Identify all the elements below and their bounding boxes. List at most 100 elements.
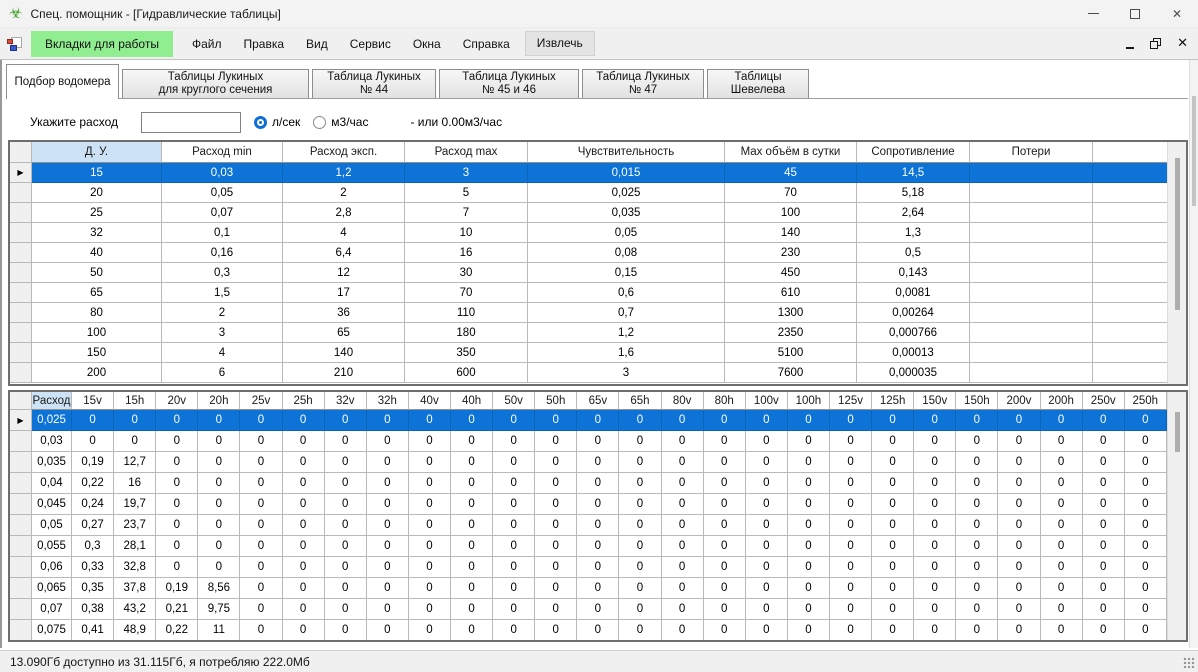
table-cell[interactable]: 0 [283,494,325,515]
tab-lukinyh-44[interactable]: Таблица Лукиных № 44 [312,69,436,98]
table-cell[interactable]: 0 [704,536,746,557]
table-cell[interactable]: 1,3 [857,223,970,243]
column-header[interactable]: Потери [970,142,1093,163]
table-cell[interactable]: 37,8 [114,578,156,599]
table-cell[interactable]: 0 [746,515,788,536]
table-cell[interactable]: 110 [405,303,528,323]
table-cell[interactable]: 0 [872,473,914,494]
table-cell[interactable]: 70 [725,183,857,203]
table-cell[interactable]: 0 [1041,578,1083,599]
table-cell[interactable]: 0,7 [528,303,725,323]
window-right-scrollbar[interactable] [1189,60,1198,648]
table-cell[interactable]: 48,9 [114,620,156,640]
table-cell[interactable]: 9,75 [198,599,240,620]
table-cell[interactable]: 0 [451,452,493,473]
column-header[interactable]: Max объём в сутки [725,142,857,163]
table-cell[interactable]: 0 [1083,452,1125,473]
table-cell[interactable]: 2 [283,183,405,203]
table-row[interactable]: 0,0650,3537,80,198,560000000000000000000… [10,578,1167,599]
table-row[interactable]: 400,166,4160,082300,5 [10,243,1167,263]
table-cell[interactable]: 0 [619,494,661,515]
column-header[interactable]: Расход [32,392,72,410]
table-cell[interactable]: 0 [662,536,704,557]
table-cell[interactable]: 0 [746,620,788,640]
table-cell[interactable]: 0 [619,557,661,578]
table-cell[interactable] [970,243,1093,263]
table-cell[interactable]: 0 [1083,620,1125,640]
table-cell[interactable]: 5100 [725,343,857,363]
table-row[interactable]: 0,060,3332,8000000000000000000000000 [10,557,1167,578]
column-header[interactable]: Сопротивление [857,142,970,163]
table-cell[interactable]: 0 [788,557,830,578]
table-cell[interactable]: 0,24 [72,494,114,515]
table-cell[interactable]: 10 [405,223,528,243]
table-cell[interactable]: 0 [914,410,956,431]
table-row[interactable]: 500,312300,154500,143 [10,263,1167,283]
table-cell[interactable]: 0 [535,410,577,431]
tab-lukinyh-45-46[interactable]: Таблица Лукиных № 45 и 46 [439,69,579,98]
menu-item-service[interactable]: Сервис [339,31,402,57]
table-cell[interactable]: 0 [998,494,1040,515]
table-cell[interactable]: 0 [114,431,156,452]
row-indicator[interactable] [10,363,32,383]
table-cell[interactable]: 0 [704,515,746,536]
table-cell[interactable]: 0 [788,515,830,536]
table-cell[interactable]: 8,56 [198,578,240,599]
row-indicator[interactable] [10,343,32,363]
table-cell[interactable]: 0 [451,557,493,578]
table-cell[interactable]: 0 [367,599,409,620]
table-cell[interactable]: 0 [1125,557,1167,578]
table-cell[interactable]: 80 [32,303,162,323]
table-cell[interactable]: 0 [409,620,451,640]
table-cell[interactable]: 1300 [725,303,857,323]
table-cell[interactable]: 0 [577,599,619,620]
scrollbar-thumb[interactable] [1175,412,1180,452]
table-cell[interactable]: 0 [1041,452,1083,473]
table-cell[interactable]: 0 [535,620,577,640]
table-cell[interactable]: 0 [914,473,956,494]
table-cell[interactable]: 0 [325,410,367,431]
table-cell[interactable]: 50 [32,263,162,283]
table-cell[interactable]: 0 [788,494,830,515]
table-cell[interactable]: 0 [619,599,661,620]
table-cell[interactable]: 0,065 [32,578,72,599]
table-cell[interactable]: 0,22 [156,620,198,640]
table-row[interactable]: 0,0550,328,1000000000000000000000000 [10,536,1167,557]
table-cell[interactable]: 0 [788,620,830,640]
column-header[interactable]: 40h [451,392,493,410]
table-cell[interactable]: 0 [998,515,1040,536]
table-cell[interactable]: 0 [325,494,367,515]
table-cell[interactable]: 43,2 [114,599,156,620]
table-cell[interactable]: 0 [662,578,704,599]
table-cell[interactable]: 0 [325,473,367,494]
grid-corner[interactable] [10,392,32,410]
column-header[interactable]: 20v [156,392,198,410]
table-cell[interactable]: 0 [788,578,830,599]
table-cell[interactable]: 450 [725,263,857,283]
table-cell[interactable]: 3 [528,363,725,383]
table-cell[interactable]: 0 [619,578,661,599]
table-cell[interactable]: 0 [619,410,661,431]
table-cell[interactable]: 0 [283,473,325,494]
table-cell[interactable]: 0 [662,599,704,620]
table-cell[interactable]: 200 [32,363,162,383]
table-cell[interactable]: 0 [788,431,830,452]
table-cell[interactable]: 0 [830,599,872,620]
table-cell[interactable]: 0 [283,620,325,640]
radio-m3h-icon[interactable] [313,116,326,129]
table-cell[interactable]: 0,3 [72,536,114,557]
table-cell[interactable]: 0 [1083,599,1125,620]
column-header[interactable]: 40v [409,392,451,410]
table-row[interactable]: 0,0750,4148,90,2211000000000000000000000… [10,620,1167,640]
table-cell[interactable]: 0 [409,599,451,620]
minimize-button[interactable] [1072,0,1114,27]
table-cell[interactable]: 0 [914,494,956,515]
table-cell[interactable]: 0 [746,452,788,473]
table-cell[interactable]: 0 [619,536,661,557]
table-cell[interactable]: 0 [704,599,746,620]
table-cell[interactable]: 0,22 [72,473,114,494]
table-cell[interactable]: 0 [409,452,451,473]
table-cell[interactable]: 0 [830,578,872,599]
table-cell[interactable]: 0 [1083,557,1125,578]
table-cell[interactable]: 0 [956,536,998,557]
